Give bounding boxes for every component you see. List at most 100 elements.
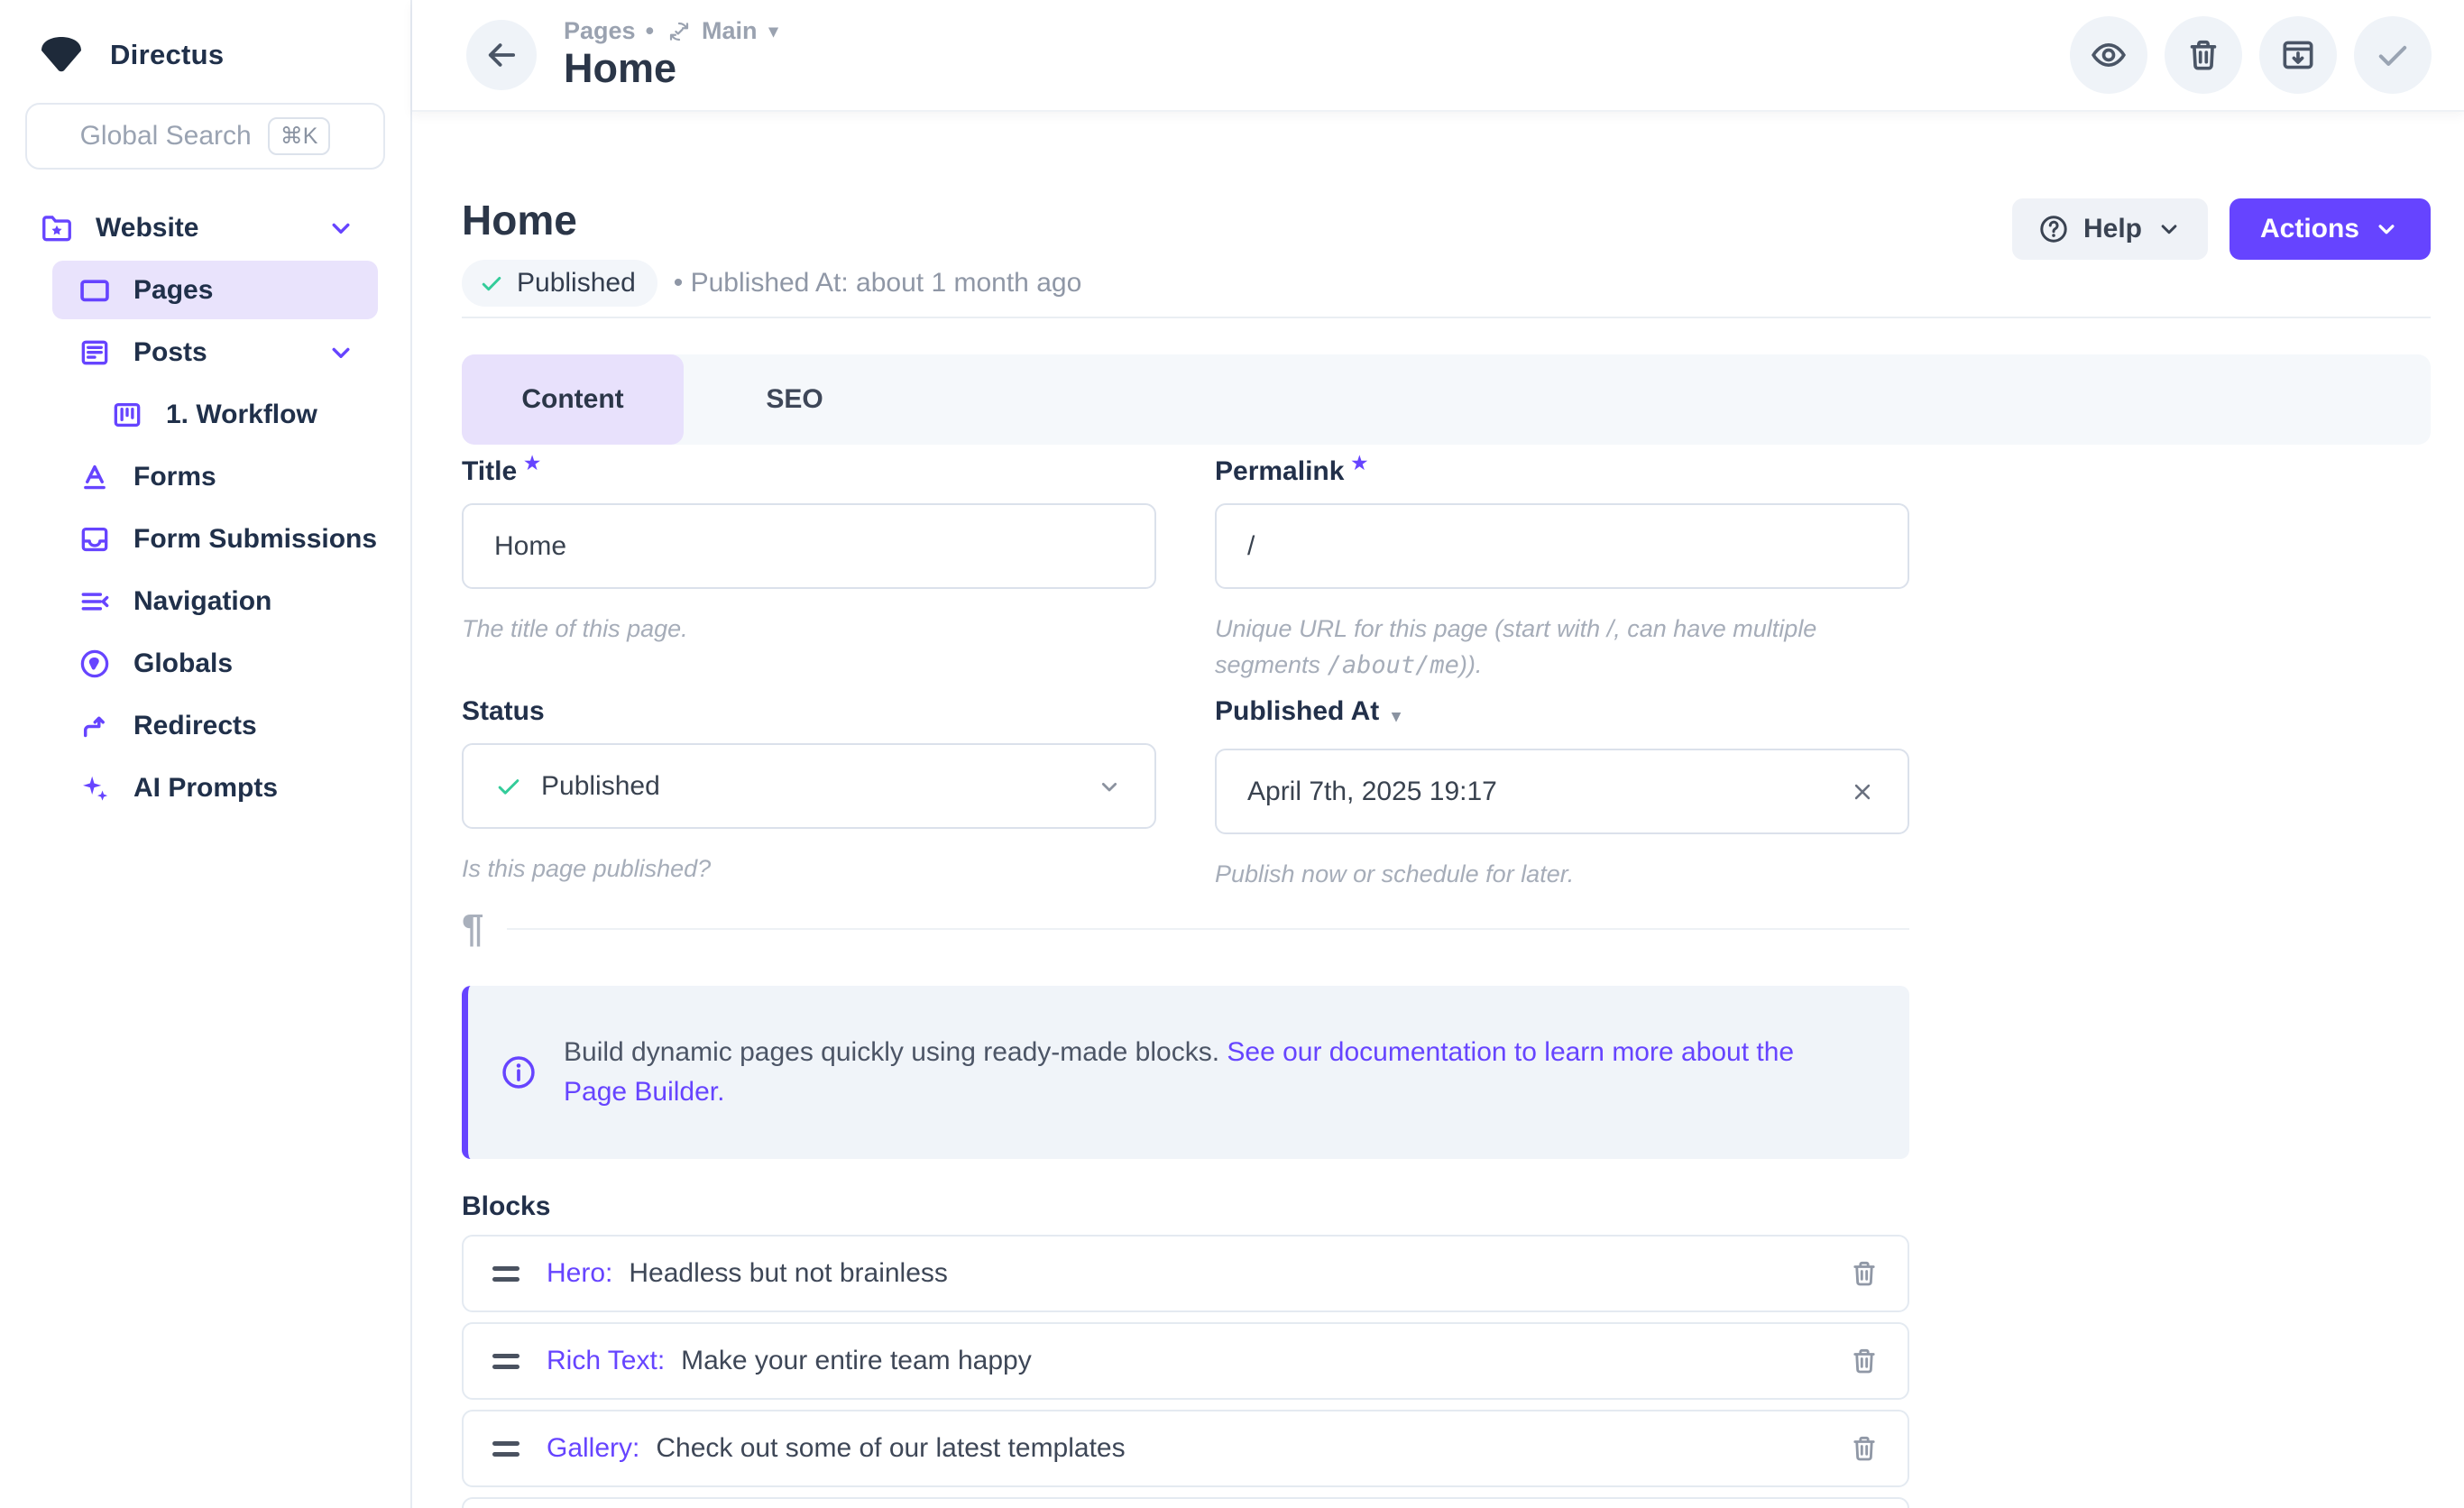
field-permalink: Permalink ★ / Unique URL for this page (… xyxy=(1215,456,1909,684)
breadcrumb-version[interactable]: Main xyxy=(702,18,758,45)
trash-icon xyxy=(2184,35,2223,75)
trash-icon[interactable] xyxy=(1848,1432,1880,1465)
sidebar-item-workflow[interactable]: 1. Workflow xyxy=(0,383,410,446)
field-label: Status xyxy=(462,696,1156,727)
page-content: Home Published • Published At: about 1 m… xyxy=(412,112,2464,1508)
sidebar-item-label: Form Submissions xyxy=(133,524,377,555)
sidebar-item-label: Pages xyxy=(133,275,213,306)
block-type-link[interactable]: Hero: xyxy=(547,1258,612,1289)
published-with-changes-icon xyxy=(667,19,692,44)
banner-message: Build dynamic pages quickly using ready-… xyxy=(564,1037,1227,1067)
menu-open-icon xyxy=(78,584,112,619)
sidebar-nav: Website Pages Posts xyxy=(0,197,410,819)
block-row-gallery[interactable]: Gallery: Check out some of our latest te… xyxy=(462,1410,1909,1487)
workflow-board-icon xyxy=(110,398,144,432)
chevron-down-icon[interactable]: ▾ xyxy=(769,22,778,41)
app-window: Directus Global Search ⌘K Website xyxy=(0,0,2464,1508)
tab-bar: Content SEO xyxy=(462,354,2431,445)
chevron-down-icon[interactable] xyxy=(326,337,356,368)
back-button[interactable] xyxy=(466,20,537,90)
status-row: Published • Published At: about 1 month … xyxy=(462,260,1081,307)
actions-button[interactable]: Actions xyxy=(2230,198,2431,260)
drag-handle-icon[interactable] xyxy=(491,1436,521,1462)
sidebar-item-posts[interactable]: Posts xyxy=(0,321,410,383)
sidebar-item-label: Website xyxy=(96,213,198,244)
content-title: Home xyxy=(462,198,1081,242)
title-block: Pages • Main ▾ Home xyxy=(564,18,778,91)
field-status: Status Published Is this page published? xyxy=(462,696,1156,892)
status-badge: Published xyxy=(462,260,657,307)
field-note: The title of this page. xyxy=(462,611,1156,647)
tab-seo[interactable]: SEO xyxy=(684,354,906,445)
field-label: Permalink ★ xyxy=(1215,456,1909,487)
posts-icon xyxy=(78,336,112,370)
block-row-pricing[interactable]: Pricing: Plans to fit every budget xyxy=(462,1497,1909,1508)
chevron-down-icon xyxy=(1095,772,1124,801)
clear-x-icon[interactable] xyxy=(1848,777,1877,806)
title-input[interactable]: Home xyxy=(462,503,1156,589)
note-code: /about/me xyxy=(1328,651,1459,679)
delete-button[interactable] xyxy=(2165,16,2242,94)
arrow-left-icon xyxy=(483,36,520,74)
sidebar-item-navigation[interactable]: Navigation xyxy=(0,570,410,632)
chevron-down-icon xyxy=(2373,216,2400,243)
pilcrow-icon[interactable]: ¶ xyxy=(462,908,483,950)
blocks-section: Blocks Hero: Headless but not brainless … xyxy=(462,1191,1909,1508)
brand-name: Directus xyxy=(110,39,224,71)
block-type-link[interactable]: Rich Text: xyxy=(547,1346,665,1376)
breadcrumb-collection[interactable]: Pages xyxy=(564,18,636,45)
help-button[interactable]: Help xyxy=(2012,198,2208,260)
archive-icon xyxy=(2278,35,2318,75)
drag-handle-icon[interactable] xyxy=(491,1261,521,1287)
sidebar-item-label: Posts xyxy=(133,337,207,368)
block-type-link[interactable]: Gallery: xyxy=(547,1433,639,1464)
sidebar-item-ai-prompts[interactable]: AI Prompts xyxy=(0,757,410,819)
status-select[interactable]: Published xyxy=(462,743,1156,829)
sidebar-item-pages[interactable]: Pages xyxy=(0,259,410,321)
redirect-arrow-icon xyxy=(78,709,112,743)
published-at-input[interactable]: April 7th, 2025 19:17 xyxy=(1215,749,1909,834)
page-header: Pages • Main ▾ Home xyxy=(412,0,2464,112)
status-badge-label: Published xyxy=(517,268,636,299)
banner-text: Build dynamic pages quickly using ready-… xyxy=(564,1033,1853,1112)
chevron-down-icon xyxy=(2156,216,2183,243)
page-head: Home Published • Published At: about 1 m… xyxy=(462,198,2431,307)
permalink-input[interactable]: / xyxy=(1215,503,1909,589)
save-button[interactable] xyxy=(2354,16,2432,94)
drag-handle-icon[interactable] xyxy=(491,1348,521,1375)
required-star-icon: ★ xyxy=(524,455,540,473)
check-icon xyxy=(2373,35,2413,75)
preview-button[interactable] xyxy=(2070,16,2147,94)
sidebar-item-redirects[interactable]: Redirects xyxy=(0,694,410,757)
sidebar-item-form-submissions[interactable]: Form Submissions xyxy=(0,508,410,570)
published-at-meta: • Published At: about 1 month ago xyxy=(674,268,1082,299)
block-row-rich-text[interactable]: Rich Text: Make your entire team happy xyxy=(462,1322,1909,1400)
breadcrumb[interactable]: Pages • Main ▾ xyxy=(564,18,778,45)
actions-button-label: Actions xyxy=(2260,214,2359,244)
block-title: Check out some of our latest templates xyxy=(656,1433,1125,1464)
sidebar-item-website[interactable]: Website xyxy=(0,197,410,259)
sidebar-item-globals[interactable]: Globals xyxy=(0,632,410,694)
published-at-value: April 7th, 2025 19:17 xyxy=(1247,777,1848,807)
page-head-left: Home Published • Published At: about 1 m… xyxy=(462,198,1081,307)
archive-button[interactable] xyxy=(2259,16,2337,94)
sidebar-item-label: Navigation xyxy=(133,586,271,617)
blocks-divider: ¶ xyxy=(462,908,1909,950)
note-text: Unique URL for this page (start with /, … xyxy=(1215,615,1816,678)
field-label: Title ★ xyxy=(462,456,1156,487)
eye-icon xyxy=(2089,35,2128,75)
trash-icon[interactable] xyxy=(1848,1257,1880,1290)
trash-icon[interactable] xyxy=(1848,1345,1880,1377)
note-text: )). xyxy=(1459,651,1482,678)
sidebar-item-forms[interactable]: Forms xyxy=(0,446,410,508)
header-actions xyxy=(2070,16,2432,94)
block-row-hero[interactable]: Hero: Headless but not brainless xyxy=(462,1235,1909,1312)
raw-value-caret-icon[interactable]: ▾ xyxy=(1392,702,1401,732)
pages-icon xyxy=(78,273,112,308)
global-search-input[interactable]: Global Search ⌘K xyxy=(25,103,385,170)
field-note: Unique URL for this page (start with /, … xyxy=(1215,611,1909,684)
field-label-text: Published At xyxy=(1215,696,1379,727)
chevron-down-icon[interactable] xyxy=(326,213,356,244)
field-note: Is this page published? xyxy=(462,851,1156,887)
tab-content[interactable]: Content xyxy=(462,354,684,445)
